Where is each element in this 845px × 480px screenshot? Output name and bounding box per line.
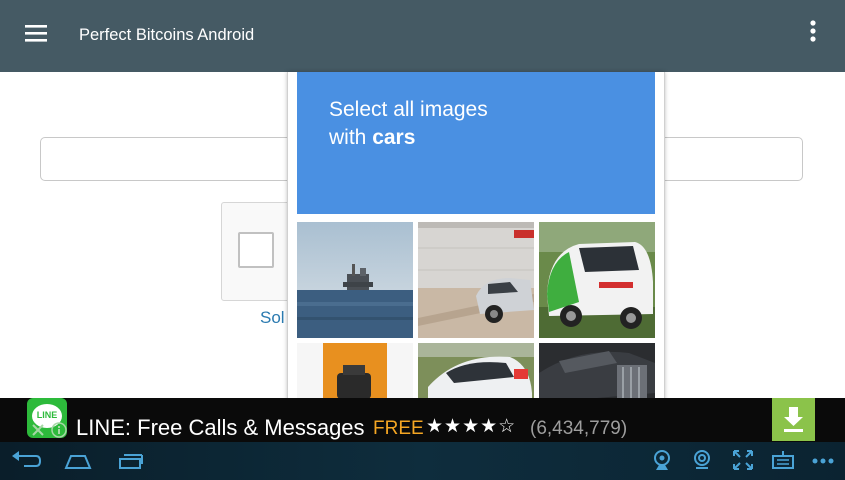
more-dots-icon[interactable] [810,448,836,474]
challenge-instructions: Select all images with cars [329,96,488,152]
system-nav-bar [0,442,845,480]
overflow-menu-icon[interactable] [803,18,823,46]
app-bar: Perfect Bitcoins Android [0,0,845,72]
challenge-target-word: cars [372,126,416,149]
app-title: Perfect Bitcoins Android [79,26,255,44]
challenge-line-2-prefix: with [329,126,373,149]
captcha-challenge-dialog: Select all images with cars [287,72,665,459]
gps-location-icon[interactable] [690,448,714,474]
recaptcha-checkbox[interactable] [238,232,274,268]
back-arrow-icon[interactable] [10,448,42,474]
challenge-line-2: with cars [329,124,488,152]
ad-download-button[interactable] [772,398,815,441]
ad-info-icon[interactable] [50,421,68,439]
download-icon [784,407,803,432]
fullscreen-icon[interactable] [731,448,755,474]
ad-price: FREE [373,418,424,439]
keyboard-icon[interactable] [771,448,795,474]
ad-title: LINE: Free Calls & Messages [76,415,365,440]
line-logo-text: LINE [36,410,58,420]
hamburger-menu-icon[interactable] [22,22,50,44]
oil-rig-image [297,222,413,338]
home-icon[interactable] [63,448,93,474]
ad-rating-count: (6,434,779) [530,418,628,439]
image-tile-smart-car[interactable] [539,222,655,338]
smart-car-image [539,222,655,338]
solve-link[interactable]: Sol [260,308,285,328]
recent-apps-icon[interactable] [116,448,146,474]
webcam-icon[interactable] [650,448,674,474]
ad-close-icon[interactable] [29,421,47,439]
ad-banner[interactable]: LINE LINE: Free Calls & Messages FREE ★★… [0,398,845,442]
challenge-line-1: Select all images [329,98,488,121]
challenge-header: Select all images with cars [297,72,655,214]
image-tile-oil-rig[interactable] [297,222,413,338]
ad-star-rating: ★★★★☆ [426,415,517,437]
parked-car-image [418,222,534,338]
image-tile-parked-car[interactable] [418,222,534,338]
